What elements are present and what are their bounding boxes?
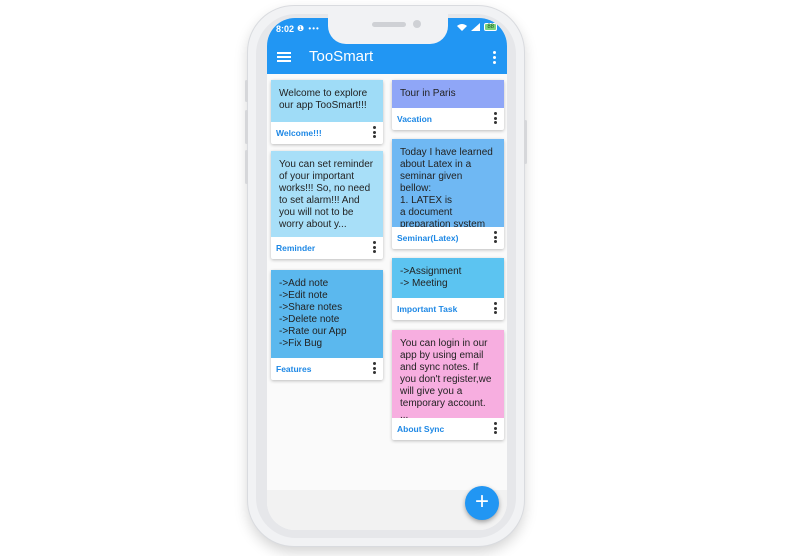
status-right: 88 — [457, 23, 497, 31]
note-title: About Sync — [397, 424, 445, 434]
note-footer: Important Task — [392, 298, 504, 320]
note-body: You can set reminder of your important w… — [271, 151, 383, 237]
note-menu-icon[interactable] — [492, 422, 498, 436]
note-menu-icon[interactable] — [371, 241, 377, 255]
notch — [328, 14, 448, 44]
note-body: Tour in Paris — [392, 80, 504, 108]
status-time: 8:02 — [276, 24, 295, 34]
note-card[interactable]: ->Assignment -> Meeting Important Task — [392, 258, 504, 320]
note-body: You can login in our app by using email … — [392, 330, 504, 418]
note-title: Seminar(Latex) — [397, 233, 459, 243]
note-title: Important Task — [397, 304, 458, 314]
speaker — [372, 22, 406, 27]
front-camera — [413, 20, 421, 28]
note-footer: About Sync — [392, 418, 504, 440]
note-body: ->Add note ->Edit note ->Share notes ->D… — [271, 270, 383, 358]
note-footer: Welcome!!! — [271, 122, 383, 144]
more-options-icon[interactable] — [491, 51, 497, 66]
signal-icon — [471, 23, 481, 31]
note-menu-icon[interactable] — [371, 362, 377, 376]
wifi-icon — [457, 24, 468, 31]
note-footer: Vacation — [392, 108, 504, 130]
battery-icon: 88 — [484, 23, 497, 31]
note-card[interactable]: Tour in Paris Vacation — [392, 80, 504, 130]
note-card[interactable]: Today I have learned about Latex in a se… — [392, 139, 504, 249]
note-menu-icon[interactable] — [492, 302, 498, 316]
note-body: Welcome to explore our app TooSmart!!! — [271, 80, 383, 122]
phone-screen: 8:02 ❶ ••• 88 TooSmart Welcome to explor… — [267, 18, 507, 530]
note-menu-icon[interactable] — [371, 126, 377, 140]
note-footer: Seminar(Latex) — [392, 227, 504, 249]
note-menu-icon[interactable] — [492, 112, 498, 126]
volume-button — [245, 150, 248, 184]
note-card[interactable]: You can login in our app by using email … — [392, 330, 504, 440]
menu-icon[interactable] — [277, 52, 291, 62]
note-footer: Reminder — [271, 237, 383, 259]
add-note-button[interactable]: + — [465, 486, 499, 520]
note-card[interactable]: Welcome to explore our app TooSmart!!! W… — [271, 80, 383, 144]
notification-icons: ❶ ••• — [297, 24, 320, 33]
note-footer: Features — [271, 358, 383, 380]
note-title: Vacation — [397, 114, 432, 124]
power-button — [524, 120, 527, 164]
note-title: Features — [276, 364, 312, 374]
note-menu-icon[interactable] — [492, 231, 498, 245]
note-card[interactable]: You can set reminder of your important w… — [271, 151, 383, 259]
note-title: Welcome!!! — [276, 128, 322, 138]
volume-button — [245, 80, 248, 102]
note-card[interactable]: ->Add note ->Edit note ->Share notes ->D… — [271, 270, 383, 380]
volume-button — [245, 110, 248, 144]
app-title: TooSmart — [309, 48, 374, 65]
note-body: ->Assignment -> Meeting — [392, 258, 504, 298]
note-title: Reminder — [276, 243, 316, 253]
note-body: Today I have learned about Latex in a se… — [392, 139, 504, 227]
